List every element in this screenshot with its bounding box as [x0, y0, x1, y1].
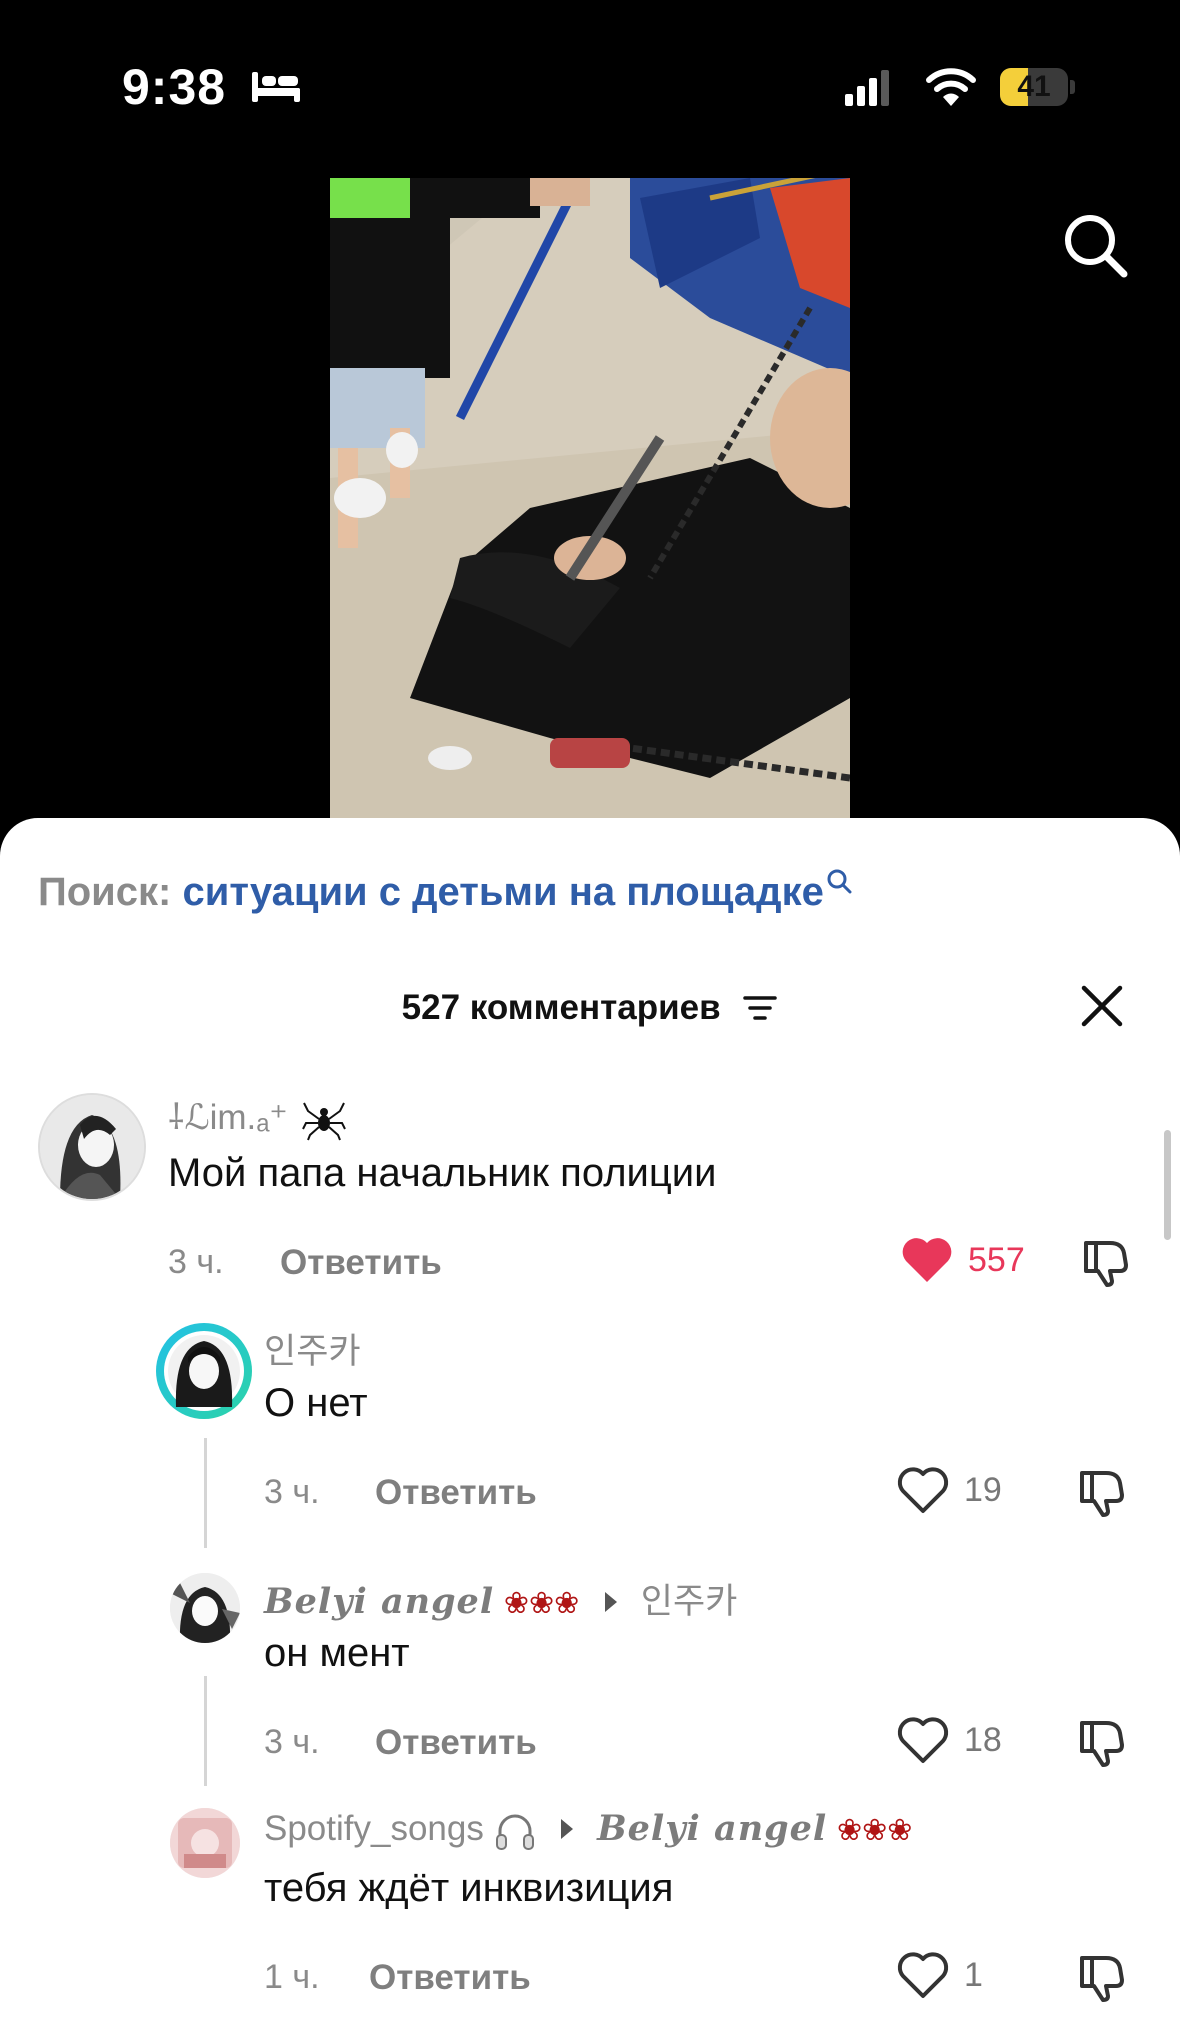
comment-username[interactable]: ⸸ℒim.ₐ⁺ [168, 1093, 346, 1141]
reply-button[interactable]: Ответить [375, 1473, 537, 1513]
reply-to-username[interactable]: Belyi angel [597, 1808, 827, 1849]
comments-sheet: Поиск: ситуации с детьми на площадке 527… [0, 818, 1180, 2028]
video-player[interactable] [330, 178, 850, 820]
like-count: 557 [968, 1240, 1025, 1279]
comment-username[interactable]: 인주카 [264, 1323, 361, 1374]
avatar[interactable] [170, 1808, 240, 1878]
scrollbar[interactable] [1164, 1130, 1171, 1240]
heart-filled-icon [902, 1238, 952, 1282]
reply-arrow-icon [605, 1591, 618, 1612]
dislike-icon[interactable] [1076, 1952, 1128, 2002]
like-count: 19 [964, 1470, 1002, 1509]
comment-text: тебя ждёт инквизиция [264, 1866, 674, 1910]
search-icon[interactable] [1060, 210, 1130, 280]
sort-filter-icon[interactable] [742, 993, 778, 1023]
like-button[interactable]: 19 [896, 1465, 1002, 1515]
comment-text: он мент [264, 1631, 410, 1675]
avatar[interactable] [156, 1323, 252, 1419]
sleep-focus-icon [252, 72, 300, 102]
thread-line [204, 1438, 207, 1548]
comment-time: 3 ч. [168, 1243, 224, 1281]
comment-time: 1 ч. [264, 1958, 320, 1996]
comments-header: 527 комментариев [0, 986, 1180, 1028]
like-button[interactable]: 1 [896, 1950, 983, 2000]
like-button[interactable]: 557 [900, 1235, 1025, 1285]
like-count: 1 [964, 1955, 983, 1994]
like-button[interactable]: 18 [896, 1715, 1002, 1765]
reply-button[interactable]: Ответить [375, 1723, 537, 1763]
battery-indicator: 41 [1000, 68, 1075, 106]
related-search[interactable]: Поиск: ситуации с детьми на площадке [38, 869, 852, 915]
battery-percent: 41 [1017, 70, 1051, 103]
avatar[interactable] [38, 1093, 146, 1201]
comment-time: 3 ч. [264, 1723, 320, 1761]
reply-button[interactable]: Ответить [280, 1243, 442, 1283]
reply-arrow-icon [561, 1818, 574, 1839]
cellular-signal-icon [845, 70, 889, 106]
close-icon[interactable] [1080, 984, 1124, 1028]
heart-outline-icon [897, 1717, 949, 1763]
status-bar: 9:38 41 [0, 0, 1180, 170]
dislike-icon[interactable] [1076, 1717, 1128, 1767]
reply-to-username[interactable]: 인주카 [641, 1582, 738, 1621]
reply-button[interactable]: Ответить [369, 1958, 531, 1998]
avatar[interactable] [170, 1573, 240, 1643]
comment-username[interactable]: Spotify_songs Belyi angel ❀❀❀ [264, 1808, 912, 1851]
rose-emoji-icon: ❀❀❀ [836, 1814, 913, 1847]
comments-count: 527 комментариев [401, 987, 721, 1027]
heart-outline-icon [897, 1467, 949, 1513]
comment-text: Мой папа начальник полиции [168, 1151, 717, 1195]
status-time: 9:38 [122, 59, 227, 115]
spider-emoji-icon [301, 1102, 346, 1141]
like-count: 18 [964, 1720, 1002, 1759]
search-query-link[interactable]: ситуации с детьми на площадке [182, 870, 823, 914]
search-small-icon [827, 869, 852, 894]
wifi-icon [926, 68, 976, 106]
heart-outline-icon [897, 1952, 949, 1998]
comment-time: 3 ч. [264, 1473, 320, 1511]
comment-username[interactable]: Belyi angel ❀❀❀ 인주카 [264, 1573, 737, 1624]
thread-line [204, 1676, 207, 1786]
search-prefix-label: Поиск: [38, 870, 172, 914]
dislike-icon[interactable] [1080, 1237, 1132, 1287]
rose-emoji-icon: ❀❀❀ [503, 1587, 580, 1620]
headphones-icon [495, 1814, 534, 1850]
dislike-icon[interactable] [1076, 1467, 1128, 1517]
video-frame-image [330, 178, 850, 820]
comment-text: О нет [264, 1381, 368, 1425]
